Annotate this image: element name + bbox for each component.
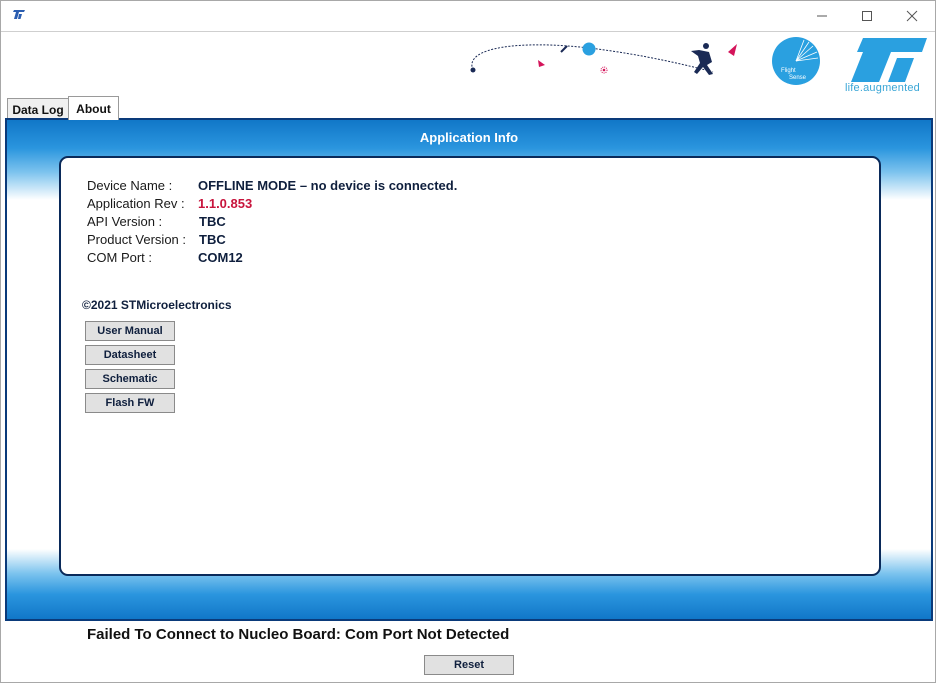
copyright-text: ©2021 STMicroelectronics	[82, 298, 232, 312]
api-version-label: API Version :	[87, 214, 163, 229]
tab-data-log[interactable]: Data Log	[7, 98, 69, 120]
about-panel: Application Info Device Name : OFFLINE M…	[5, 118, 933, 621]
connection-status-message: Failed To Connect to Nucleo Board: Com P…	[87, 626, 510, 643]
svg-text:Sense: Sense	[789, 75, 807, 81]
title-bar	[1, 1, 935, 31]
flight-sense-badge-icon: Flight Sense	[772, 37, 820, 85]
panel-title: Application Info	[419, 130, 519, 145]
close-icon	[906, 10, 918, 22]
st-brand-logo-icon	[851, 38, 927, 82]
minimize-button[interactable]	[799, 1, 845, 31]
application-info-box: Device Name : OFFLINE MODE – no device i…	[59, 156, 881, 576]
close-button[interactable]	[889, 1, 935, 31]
st-tagline: life.augmented	[845, 82, 920, 94]
com-port-value: COM12	[198, 250, 243, 265]
application-rev-value: 1.1.0.853	[198, 196, 253, 211]
com-port-label: COM Port :	[87, 250, 153, 265]
device-name-value: OFFLINE MODE – no device is connected.	[198, 178, 458, 193]
app-window: Flight Sense life.augmented Data Log Abo…	[0, 0, 936, 683]
svg-text:Flight: Flight	[781, 68, 796, 74]
header-banner: Flight Sense life.augmented	[1, 31, 935, 97]
api-version-value: TBC	[199, 214, 226, 229]
user-manual-button[interactable]: User Manual	[85, 321, 175, 341]
minimize-icon	[817, 15, 827, 17]
reset-button[interactable]: Reset	[424, 655, 514, 675]
maximize-icon	[862, 11, 872, 21]
datasheet-button[interactable]: Datasheet	[85, 345, 175, 365]
product-version-value: TBC	[199, 232, 226, 247]
flash-fw-button[interactable]: Flash FW	[85, 393, 175, 413]
schematic-button[interactable]: Schematic	[85, 369, 175, 389]
device-name-label: Device Name :	[87, 178, 173, 193]
banner-graphic: Flight Sense	[470, 37, 927, 85]
maximize-button[interactable]	[844, 1, 890, 31]
st-logo-icon	[13, 10, 25, 19]
product-version-label: Product Version :	[87, 232, 186, 247]
jumping-figure-icon	[691, 43, 713, 75]
application-rev-label: Application Rev :	[87, 196, 185, 211]
tab-about[interactable]: About	[68, 96, 119, 120]
